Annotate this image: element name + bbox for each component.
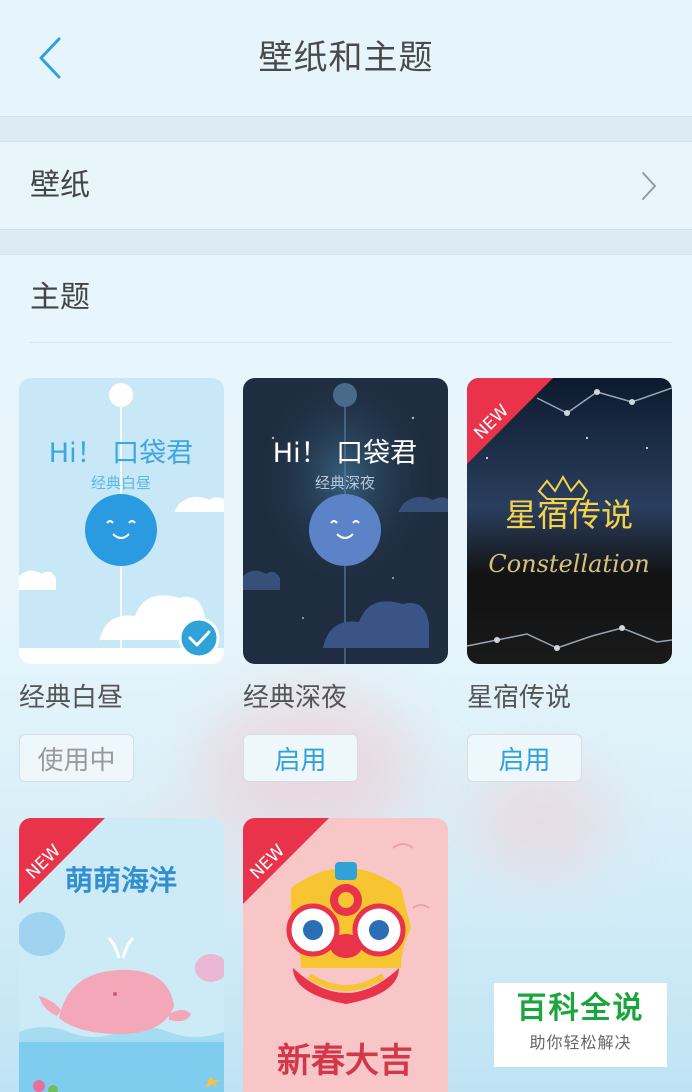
section-divider (0, 116, 692, 142)
watermark-main-text: 百科全说 (516, 991, 645, 1026)
watermark-sub-text: 助你轻松解决 (529, 1033, 632, 1052)
preview-subtitle: 经典白昼 (91, 474, 151, 492)
page-title: 壁纸和主题 (258, 38, 434, 78)
watermark-logo: 百科全说 助你轻松解决 (494, 983, 667, 1067)
enable-button[interactable]: 启用 (243, 734, 358, 782)
section-divider (0, 229, 692, 255)
theme-name: 星宿传说 (467, 683, 572, 713)
preview-subtitle: 经典深夜 (315, 474, 375, 492)
theme-name: 经典深夜 (243, 683, 348, 713)
header-bar: 壁纸和主题 (0, 0, 692, 116)
theme-name: 经典白昼 (19, 683, 124, 713)
theme-card-cute-ocean[interactable]: 萌萌海洋 NEW (19, 818, 224, 1092)
wallpaper-label: 壁纸 (30, 168, 90, 203)
enable-button[interactable]: 启用 (467, 734, 582, 782)
preview-title: Hi！ 口袋君 (273, 438, 417, 469)
preview-title: Hi！ 口袋君 (49, 438, 193, 469)
in-use-button[interactable]: 使用中 (19, 734, 134, 782)
chevron-right-icon (642, 172, 656, 200)
theme-section-heading: 主题 (30, 280, 90, 315)
preview-title: 萌萌海洋 (65, 864, 177, 897)
theme-card-constellation[interactable]: 星宿传说 Constellation NEW (467, 378, 672, 664)
preview-title: 星宿传说 (505, 496, 633, 534)
preview-title: 新春大吉 (277, 1041, 413, 1081)
preview-subtitle: Constellation (488, 550, 649, 578)
theme-card-classic-night[interactable]: Hi！ 口袋君 经典深夜 (243, 378, 448, 664)
wallpaper-row[interactable]: 壁纸 (0, 142, 692, 229)
checkmark-icon (178, 617, 220, 659)
divider (30, 342, 672, 343)
theme-card-spring-festival[interactable]: 新春大吉 NEW (243, 818, 448, 1092)
theme-card-classic-day[interactable]: Hi！ 口袋君 经典白昼 (19, 378, 224, 664)
